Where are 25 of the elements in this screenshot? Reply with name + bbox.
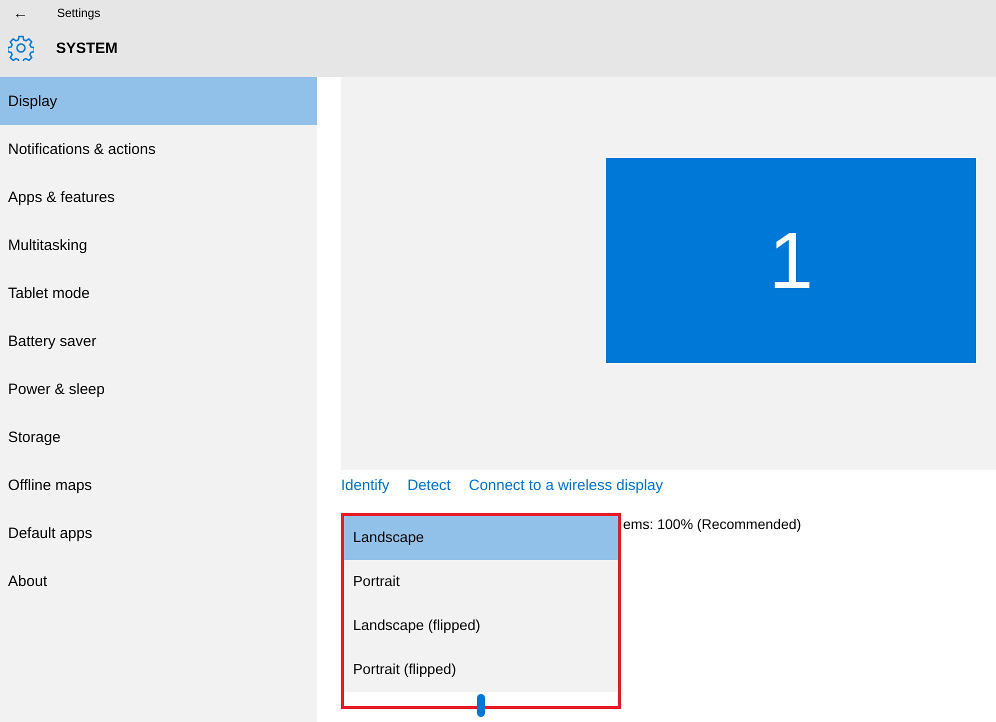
sidebar-item[interactable]: Notifications & actions bbox=[0, 125, 317, 173]
menu-option[interactable]: Portrait (flipped) bbox=[344, 648, 618, 692]
sidebar-item[interactable]: About bbox=[0, 557, 317, 605]
sidebar-item[interactable]: Tablet mode bbox=[0, 269, 317, 317]
monitor-tile[interactable]: 1 bbox=[606, 158, 976, 363]
section-title: SYSTEM bbox=[56, 40, 118, 56]
menu-option[interactable]: Portrait bbox=[344, 560, 618, 604]
sidebar-item[interactable]: Default apps bbox=[0, 509, 317, 557]
window-title: Settings bbox=[57, 6, 100, 20]
link[interactable]: Identify bbox=[341, 477, 390, 495]
scale-label: ems: 100% (Recommended) bbox=[623, 516, 802, 532]
menu-option[interactable]: Landscape bbox=[344, 516, 618, 560]
back-button[interactable]: ← bbox=[13, 6, 27, 20]
sidebar-item[interactable]: Offline maps bbox=[0, 461, 317, 509]
menu-option[interactable]: Landscape (flipped) bbox=[344, 604, 618, 648]
sidebar-item[interactable]: Apps & features bbox=[0, 173, 317, 221]
gear-icon bbox=[8, 35, 34, 61]
sidebar-item[interactable]: Battery saver bbox=[0, 317, 317, 365]
slider-thumb[interactable] bbox=[477, 694, 485, 717]
sidebar-item[interactable]: Display bbox=[0, 77, 317, 125]
link[interactable]: Connect to a wireless display bbox=[468, 477, 663, 495]
sidebar-item[interactable]: Storage bbox=[0, 413, 317, 461]
link[interactable]: Detect bbox=[407, 477, 451, 495]
sidebar-item[interactable]: Multitasking bbox=[0, 221, 317, 269]
sidebar-item[interactable]: Power & sleep bbox=[0, 365, 317, 413]
